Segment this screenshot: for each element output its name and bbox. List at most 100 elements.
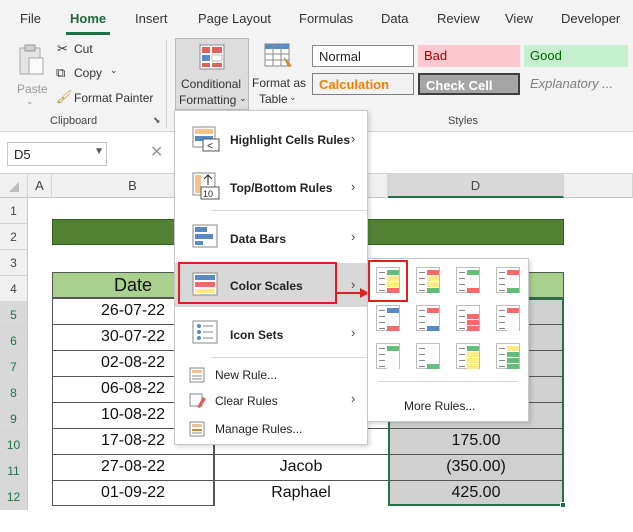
color-scale-swatch[interactable]	[416, 343, 440, 369]
color-scale-swatch[interactable]	[496, 305, 520, 331]
name-cell[interactable]: Jacob	[214, 458, 388, 476]
date-cell[interactable]: 01-09-22	[52, 484, 214, 502]
swatch-line	[459, 366, 465, 367]
row-header-9[interactable]: 9	[0, 406, 28, 432]
row-header-1[interactable]: 1	[0, 198, 28, 224]
top-bottom-rules-label: Top/Bottom Rules	[230, 181, 333, 195]
style-calculation[interactable]: Calculation	[312, 73, 414, 95]
color-scale-swatch[interactable]	[456, 267, 480, 293]
tab-home[interactable]: Home	[70, 11, 106, 26]
style-check-cell[interactable]: Check Cell	[418, 73, 520, 95]
color-scale-swatch[interactable]	[416, 267, 440, 293]
swatch-line	[419, 328, 425, 329]
row-header-11[interactable]: 11	[0, 458, 28, 484]
highlight-cells-icon: <	[192, 126, 220, 152]
tab-formulas[interactable]: Formulas	[299, 11, 353, 26]
row-header-2[interactable]: 2	[0, 224, 28, 250]
swatch-line	[379, 360, 385, 361]
format-as-table-label: Format as	[252, 76, 307, 90]
color-scale-swatch[interactable]	[376, 343, 400, 369]
menu-item-manage-rules[interactable]: Manage Rules...	[175, 417, 367, 441]
tab-file[interactable]: File	[20, 11, 41, 26]
tab-review[interactable]: Review	[437, 11, 480, 26]
swatch-bar	[387, 320, 399, 325]
row-header-7[interactable]: 7	[0, 354, 28, 380]
color-scale-swatch[interactable]	[456, 305, 480, 331]
color-scale-swatch[interactable]	[456, 343, 480, 369]
amount-cell[interactable]: (350.00)	[388, 458, 564, 476]
chevron-down-icon[interactable]: ▼	[94, 146, 104, 157]
amount-cell[interactable]: 175.00	[388, 432, 564, 450]
menu-item-new-rule[interactable]: New Rule...	[175, 363, 367, 387]
swatch-bar	[467, 270, 479, 275]
highlight-frame-color-scales	[178, 262, 337, 304]
color-scale-swatch[interactable]	[376, 305, 400, 331]
icon-sets-icon	[192, 320, 218, 344]
new-rule-icon	[189, 367, 205, 383]
column-header-d[interactable]: D	[388, 174, 564, 198]
color-scale-swatch[interactable]	[416, 305, 440, 331]
tab-developer[interactable]: Developer	[561, 11, 620, 26]
menu-item-clear-rules[interactable]: Clear Rules ›	[175, 389, 367, 413]
name-box[interactable]: D5	[7, 142, 107, 166]
row-header-12[interactable]: 12	[0, 484, 28, 510]
swatch-line	[499, 328, 505, 329]
eraser-icon	[189, 393, 206, 408]
swatch-bar	[467, 308, 479, 313]
tab-insert[interactable]: Insert	[135, 11, 168, 26]
format-as-table-label-2: Table	[259, 92, 288, 106]
swatch-line	[419, 272, 425, 273]
swatch-bar	[427, 326, 439, 331]
copy-button[interactable]: Copy	[74, 66, 102, 80]
style-bad[interactable]: Bad	[418, 45, 520, 67]
fill-handle[interactable]	[560, 502, 566, 508]
select-all-corner[interactable]	[0, 174, 28, 198]
column-header-e[interactable]	[564, 174, 633, 198]
swatch-bar	[387, 326, 399, 331]
menu-item-highlight-cells-rules[interactable]: < Highlight Cells Rules ›	[175, 119, 367, 159]
amount-cell[interactable]: 425.00	[388, 484, 564, 502]
column-header-a[interactable]: A	[28, 174, 52, 198]
date-cell[interactable]: 27-08-22	[52, 458, 214, 476]
swatch-bar	[507, 270, 519, 275]
swatch-line	[459, 328, 465, 329]
swatch-bar	[427, 288, 439, 293]
style-normal[interactable]: Normal	[312, 45, 414, 67]
color-scale-swatch[interactable]	[496, 343, 520, 369]
tab-page-layout[interactable]: Page Layout	[198, 11, 271, 26]
row-header-10[interactable]: 10	[0, 432, 28, 458]
cut-button[interactable]: Cut	[74, 42, 93, 56]
more-rules-link[interactable]: More Rules...	[404, 399, 475, 413]
swatch-bar	[507, 326, 519, 331]
active-tab-indicator	[66, 32, 110, 35]
table-icon	[264, 43, 292, 67]
style-explanatory[interactable]: Explanatory ...	[524, 73, 628, 95]
format-as-table-button[interactable]: Format as Table ⌄	[251, 38, 307, 110]
format-painter-button[interactable]: Format Painter	[74, 91, 153, 105]
color-scale-swatch[interactable]	[496, 267, 520, 293]
clipboard-group-label: Clipboard	[50, 115, 98, 127]
swatch-bar	[387, 314, 399, 319]
menu-item-icon-sets[interactable]: Icon Sets ›	[175, 313, 367, 353]
dialog-launcher-icon[interactable]: ⬊	[153, 115, 161, 126]
row-header-8[interactable]: 8	[0, 380, 28, 406]
close-icon[interactable]: ✕	[150, 142, 163, 162]
row-header-4[interactable]: 4	[0, 276, 28, 302]
style-good[interactable]: Good	[524, 45, 628, 67]
swatch-bar	[507, 276, 519, 281]
paste-button[interactable]: Paste ⌄	[10, 42, 52, 112]
row-header-3[interactable]: 3	[0, 250, 28, 276]
swatch-line	[379, 316, 385, 317]
row-header-6[interactable]: 6	[0, 328, 28, 354]
conditional-formatting-button[interactable]: Conditional Formatting ⌄	[175, 38, 249, 110]
swatch-bar	[427, 346, 439, 351]
swatch-line	[459, 310, 465, 311]
menu-item-top-bottom-rules[interactable]: 10 Top/Bottom Rules ›	[175, 167, 367, 207]
chevron-down-icon[interactable]: ⌄	[110, 65, 118, 76]
tab-view[interactable]: View	[505, 11, 533, 26]
menu-item-data-bars[interactable]: Data Bars ›	[175, 217, 367, 257]
tab-data[interactable]: Data	[381, 11, 408, 26]
swatch-bar	[467, 282, 479, 287]
row-header-5[interactable]: 5	[0, 302, 28, 328]
name-cell[interactable]: Raphael	[214, 484, 388, 502]
